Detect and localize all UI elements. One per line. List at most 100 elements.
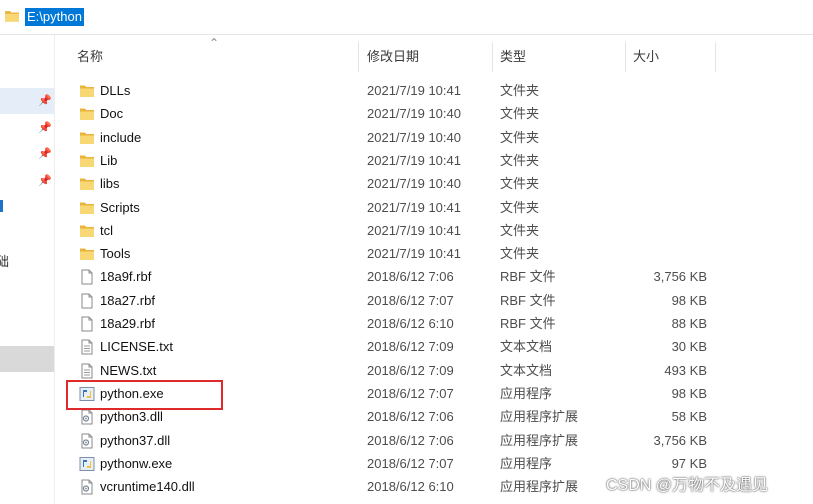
column-divider[interactable] bbox=[715, 42, 716, 72]
file-row[interactable]: Tools 2021/7/19 10:41 文件夹 bbox=[0, 242, 813, 265]
file-type: 文件夹 bbox=[500, 106, 540, 122]
file-row[interactable]: 18a9f.rbf 2018/6/12 7:06 RBF 文件 3,756 KB bbox=[0, 265, 813, 288]
file-row[interactable]: Lib 2021/7/19 10:41 文件夹 bbox=[0, 149, 813, 172]
file-row[interactable]: libs 2021/7/19 10:40 文件夹 bbox=[0, 172, 813, 195]
file-name[interactable]: Tools bbox=[100, 242, 130, 265]
address-path[interactable]: E:\python bbox=[25, 8, 84, 26]
column-type[interactable]: 类型 bbox=[500, 42, 526, 72]
python-exe-icon bbox=[79, 456, 95, 472]
file-size: 3,756 KB bbox=[653, 269, 708, 285]
file-name[interactable]: Scripts bbox=[100, 196, 140, 219]
file-date-modified: 2021/7/19 10:41 bbox=[367, 83, 461, 98]
file-type: 应用程序扩展 bbox=[500, 432, 579, 448]
file-size bbox=[620, 172, 707, 195]
file-row[interactable]: Doc 2021/7/19 10:40 文件夹 bbox=[0, 102, 813, 125]
file-name[interactable]: vcruntime140.dll bbox=[100, 475, 195, 498]
file-date-modified: 2018/6/12 7:09 bbox=[367, 362, 454, 378]
watermark: CSDN @万物不及遇见 bbox=[606, 477, 769, 494]
column-divider[interactable] bbox=[358, 42, 359, 72]
file-size: 97 KB bbox=[671, 455, 707, 471]
file-icon bbox=[79, 269, 95, 285]
file-size: 30 KB bbox=[671, 339, 707, 355]
file-name[interactable]: python37.dll bbox=[100, 429, 170, 452]
text-file-icon bbox=[79, 339, 95, 355]
file-size bbox=[620, 242, 707, 265]
file-date-modified: 2021/7/19 10:41 bbox=[367, 246, 461, 262]
file-name[interactable]: 18a9f.rbf bbox=[100, 265, 151, 288]
file-date-modified: 2018/6/12 6:10 bbox=[367, 479, 454, 495]
folder-icon bbox=[79, 246, 95, 262]
folder-icon bbox=[5, 11, 19, 22]
column-divider[interactable] bbox=[492, 42, 493, 72]
file-name[interactable]: include bbox=[100, 126, 141, 149]
column-divider[interactable] bbox=[625, 42, 626, 72]
file-name[interactable]: Lib bbox=[100, 149, 117, 172]
folder-icon bbox=[79, 153, 95, 169]
file-row[interactable]: python37.dll 2018/6/12 7:06 应用程序扩展 3,756 KB bbox=[0, 429, 813, 452]
file-type: 应用程序扩展 bbox=[500, 479, 579, 495]
file-size: 493 KB bbox=[664, 362, 707, 378]
file-size: 88 KB bbox=[671, 316, 707, 331]
column-size[interactable]: 大小 bbox=[633, 42, 659, 72]
file-date-modified: 2021/7/19 10:40 bbox=[367, 129, 461, 145]
file-date-modified: 2021/7/19 10:41 bbox=[367, 222, 461, 238]
file-type: RBF 文件 bbox=[500, 292, 556, 308]
sort-ascending-icon: ⌃ bbox=[209, 36, 220, 50]
folder-icon bbox=[79, 200, 95, 216]
file-row[interactable]: LICENSE.txt 2018/6/12 7:09 文本文档 30 KB bbox=[0, 335, 813, 358]
file-icon bbox=[79, 316, 95, 332]
file-name[interactable]: NEWS.txt bbox=[100, 359, 156, 382]
file-size: 98 KB bbox=[671, 385, 707, 401]
dll-icon bbox=[79, 479, 95, 495]
folder-icon bbox=[79, 223, 95, 239]
folder-icon bbox=[79, 106, 95, 122]
file-row[interactable]: include 2021/7/19 10:40 文件夹 bbox=[0, 126, 813, 149]
file-icon bbox=[79, 293, 95, 309]
file-size: 58 KB bbox=[671, 409, 707, 425]
file-name[interactable]: DLLs bbox=[100, 79, 130, 102]
file-name[interactable]: LICENSE.txt bbox=[100, 335, 173, 358]
file-date-modified: 2021/7/19 10:40 bbox=[367, 106, 461, 122]
file-name[interactable]: tcl bbox=[100, 219, 113, 242]
file-name[interactable]: 18a27.rbf bbox=[100, 289, 155, 312]
file-row[interactable]: 18a27.rbf 2018/6/12 7:07 RBF 文件 98 KB bbox=[0, 289, 813, 312]
file-date-modified: 2018/6/12 7:09 bbox=[367, 339, 454, 355]
folder-icon bbox=[79, 176, 95, 192]
file-explorer-window: E:\python 📌 📌 📌 📌 础 ⌃ 名称 修改日期 类型 大小 DLLs… bbox=[0, 0, 813, 504]
highlight-box bbox=[66, 380, 223, 410]
file-row[interactable]: NEWS.txt 2018/6/12 7:09 文本文档 493 KB bbox=[0, 359, 813, 382]
file-name[interactable]: Doc bbox=[100, 102, 123, 125]
folder-icon bbox=[79, 83, 95, 99]
file-name[interactable]: 18a29.rbf bbox=[100, 312, 155, 335]
file-name[interactable]: pythonw.exe bbox=[100, 452, 172, 475]
file-size bbox=[620, 79, 707, 102]
file-date-modified: 2018/6/12 7:06 bbox=[367, 269, 454, 285]
dll-icon bbox=[79, 433, 95, 449]
file-size: 3,756 KB bbox=[653, 432, 708, 448]
file-row[interactable]: Scripts 2021/7/19 10:41 文件夹 bbox=[0, 196, 813, 219]
file-row[interactable]: 18a29.rbf 2018/6/12 6:10 RBF 文件 88 KB bbox=[0, 312, 813, 335]
file-type: 文件夹 bbox=[500, 83, 540, 98]
file-name[interactable]: libs bbox=[100, 172, 120, 195]
file-date-modified: 2018/6/12 7:07 bbox=[367, 455, 454, 471]
column-name[interactable]: 名称 bbox=[77, 42, 103, 72]
file-date-modified: 2021/7/19 10:40 bbox=[367, 176, 461, 192]
file-size: 98 KB bbox=[671, 292, 707, 308]
file-date-modified: 2021/7/19 10:41 bbox=[367, 199, 461, 215]
file-date-modified: 2018/6/12 6:10 bbox=[367, 316, 454, 331]
file-date-modified: 2018/6/12 7:06 bbox=[367, 432, 454, 448]
file-size bbox=[620, 196, 707, 219]
column-date[interactable]: 修改日期 bbox=[367, 42, 419, 72]
file-type: 文件夹 bbox=[500, 222, 540, 238]
dll-icon bbox=[79, 409, 95, 425]
file-type: 文件夹 bbox=[500, 129, 540, 145]
file-size bbox=[620, 219, 707, 242]
file-row[interactable]: tcl 2021/7/19 10:41 文件夹 bbox=[0, 219, 813, 242]
file-type: 文件夹 bbox=[500, 152, 540, 168]
file-type: 应用程序 bbox=[500, 455, 553, 471]
file-date-modified: 2018/6/12 7:07 bbox=[367, 292, 454, 308]
address-bar[interactable]: E:\python bbox=[0, 0, 813, 35]
file-row[interactable]: pythonw.exe 2018/6/12 7:07 应用程序 97 KB bbox=[0, 452, 813, 475]
file-date-modified: 2018/6/12 7:07 bbox=[367, 385, 454, 401]
file-row[interactable]: DLLs 2021/7/19 10:41 文件夹 bbox=[0, 79, 813, 102]
